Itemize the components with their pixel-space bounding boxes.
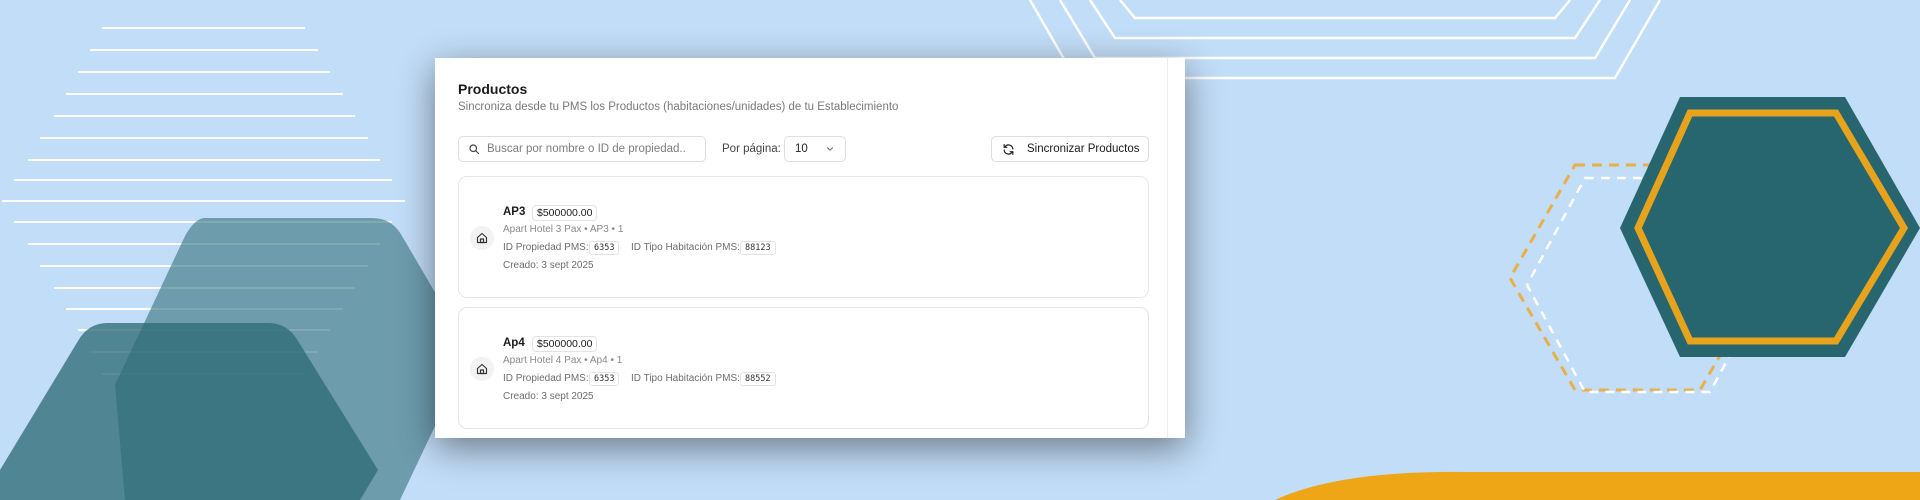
product-price: $500000.00 xyxy=(532,205,598,221)
chevron-down-icon xyxy=(827,147,833,151)
room-type-id-label: ID Tipo Habitación PMS: xyxy=(631,242,740,253)
home-icon xyxy=(470,357,494,381)
product-card[interactable]: AP3 $500000.00 Apart Hotel 3 Pax • AP3 •… xyxy=(458,176,1149,298)
product-name: Ap4 xyxy=(503,337,525,349)
product-price: $500000.00 xyxy=(532,336,598,352)
per-page-select[interactable]: 10 xyxy=(784,136,846,162)
gold-wave-shape xyxy=(1275,471,1920,500)
products-panel: Productos Sincroniza desde tu PMS los Pr… xyxy=(435,58,1185,438)
sync-products-button[interactable]: Sincronizar Productos xyxy=(991,136,1149,162)
created-date: Creado: 3 sept 2025 xyxy=(503,391,594,402)
search-icon xyxy=(469,144,480,155)
room-type-id-code: 88123 xyxy=(740,241,776,255)
per-page-value: 10 xyxy=(795,143,808,155)
property-id-label: ID Propiedad PMS: xyxy=(503,373,589,384)
products-panel-content: Productos Sincroniza desde tu PMS los Pr… xyxy=(458,58,1168,438)
search-input[interactable] xyxy=(487,143,687,155)
created-date: Creado: 3 sept 2025 xyxy=(503,260,594,271)
property-id-code: 6353 xyxy=(589,372,620,386)
property-id-code: 6353 xyxy=(589,241,620,255)
product-description: Apart Hotel 3 Pax • AP3 • 1 xyxy=(503,224,624,235)
refresh-icon xyxy=(1003,143,1014,155)
room-type-id-code: 88552 xyxy=(740,372,776,386)
page-title: Productos xyxy=(458,81,528,97)
sync-products-label: Sincronizar Productos xyxy=(1027,143,1140,155)
product-description: Apart Hotel 4 Pax • Ap4 • 1 xyxy=(503,355,623,366)
teal-hexagon-right xyxy=(1620,97,1920,357)
room-type-id-label: ID Tipo Habitación PMS: xyxy=(631,373,740,384)
home-icon xyxy=(470,226,494,250)
product-card[interactable]: Ap4 $500000.00 Apart Hotel 4 Pax • Ap4 •… xyxy=(458,307,1149,429)
property-id-label: ID Propiedad PMS: xyxy=(503,242,589,253)
product-name: AP3 xyxy=(503,206,526,218)
page-subtitle: Sincroniza desde tu PMS los Productos (h… xyxy=(458,101,899,113)
per-page-label: Por página: xyxy=(722,143,781,155)
search-box[interactable] xyxy=(458,136,706,162)
